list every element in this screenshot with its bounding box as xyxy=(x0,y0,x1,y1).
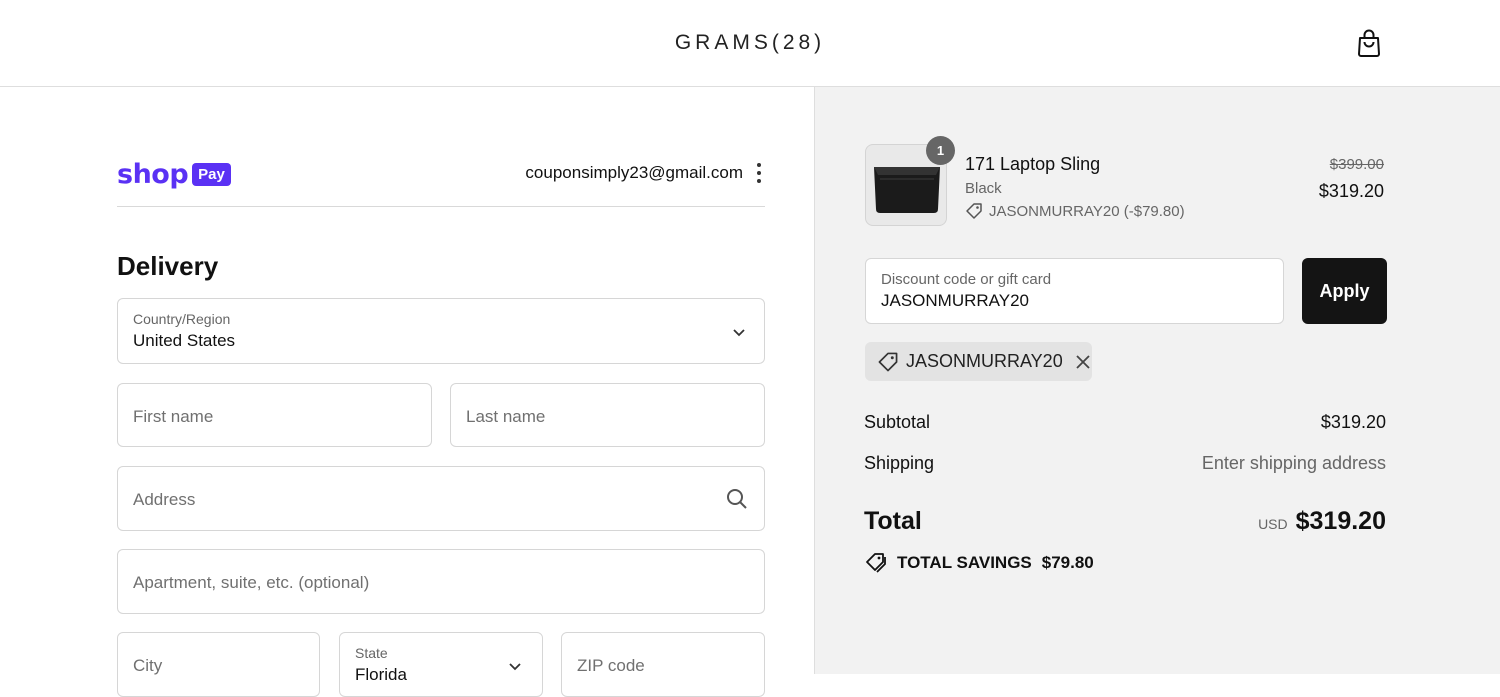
search-icon[interactable] xyxy=(726,488,748,510)
state-label: State xyxy=(355,645,388,661)
kebab-menu-icon[interactable] xyxy=(753,163,765,183)
order-summary-panel: 1 171 Laptop Sling Black JASONMURRAY20 (… xyxy=(814,87,1500,674)
total-label: Total xyxy=(864,507,922,535)
subtotal-row: Subtotal $319.20 xyxy=(864,412,1386,433)
shipping-row: Shipping Enter shipping address xyxy=(864,453,1386,474)
first-name-placeholder: First name xyxy=(133,407,214,426)
product-name: 171 Laptop Sling xyxy=(965,154,1101,174)
country-label: Country/Region xyxy=(133,311,231,327)
close-icon[interactable] xyxy=(1075,354,1091,370)
applied-discount-code: JASONMURRAY20 xyxy=(906,351,1063,371)
brand-logo[interactable]: GRAMS(28) xyxy=(0,31,1500,55)
apartment-placeholder: Apartment, suite, etc. (optional) xyxy=(133,573,370,592)
savings-value: $79.80 xyxy=(1041,553,1094,572)
subtotal-label: Subtotal xyxy=(864,412,931,432)
checkout-form-panel: shop Pay couponsimply23@gmail.com Delive… xyxy=(0,87,814,697)
tags-icon xyxy=(866,553,886,573)
account-info: couponsimply23@gmail.com xyxy=(525,163,765,183)
quantity-badge: 1 xyxy=(926,136,955,165)
product-price: $319.20 xyxy=(1318,181,1384,201)
currency-code: USD xyxy=(1258,516,1288,532)
applied-discount-chip: JASONMURRAY20 xyxy=(865,342,1092,381)
product-variant: Black xyxy=(965,180,1002,197)
chevron-down-icon xyxy=(509,663,521,671)
savings-label: TOTAL SAVINGS xyxy=(897,553,1032,572)
shipping-value: Enter shipping address xyxy=(1201,453,1386,473)
apply-button[interactable]: Apply xyxy=(1302,258,1387,324)
total-savings: TOTAL SAVINGS $79.80 xyxy=(865,552,1094,574)
address-placeholder: Address xyxy=(133,490,196,509)
shop-pay-pay-badge: Pay xyxy=(192,163,231,186)
site-header: GRAMS(28) xyxy=(0,0,1500,87)
last-name-placeholder: Last name xyxy=(466,407,546,426)
country-select[interactable]: Country/Region United States xyxy=(117,298,765,364)
product-discount: JASONMURRAY20 (-$79.80) xyxy=(965,202,1185,220)
apartment-field[interactable]: Apartment, suite, etc. (optional) xyxy=(117,549,765,614)
first-name-field[interactable]: First name xyxy=(117,383,432,447)
zip-field[interactable]: ZIP code xyxy=(561,632,765,697)
original-price: $399.00 xyxy=(1329,156,1384,173)
discount-code-input[interactable]: Discount code or gift card JASONMURRAY20 xyxy=(865,258,1284,324)
discount-code-value: JASONMURRAY20 xyxy=(881,291,1029,310)
discount-code-label: Discount code or gift card xyxy=(881,271,1052,288)
account-email: couponsimply23@gmail.com xyxy=(525,163,743,182)
shop-pay-logo: shop Pay xyxy=(117,159,231,190)
country-value: United States xyxy=(133,331,236,350)
address-field[interactable]: Address xyxy=(117,466,765,531)
shipping-label: Shipping xyxy=(864,453,935,473)
state-select[interactable]: State Florida xyxy=(339,632,543,697)
last-name-field[interactable]: Last name xyxy=(450,383,765,447)
total-row: Total USD $319.20 xyxy=(864,507,1386,536)
chevron-down-icon xyxy=(733,329,745,337)
city-placeholder: City xyxy=(133,656,163,675)
tag-icon xyxy=(966,203,982,219)
divider xyxy=(117,206,765,207)
delivery-heading: Delivery xyxy=(117,251,219,281)
tag-icon xyxy=(878,352,898,371)
state-value: Florida xyxy=(355,665,407,684)
subtotal-value: $319.20 xyxy=(1320,412,1386,432)
zip-placeholder: ZIP code xyxy=(577,656,645,675)
shop-pay-shop-text: shop xyxy=(117,159,189,190)
shopping-bag-icon[interactable] xyxy=(1355,28,1383,58)
city-field[interactable]: City xyxy=(117,632,320,697)
product-discount-text: JASONMURRAY20 (-$79.80) xyxy=(989,202,1185,220)
total-value: $319.20 xyxy=(1295,507,1386,535)
